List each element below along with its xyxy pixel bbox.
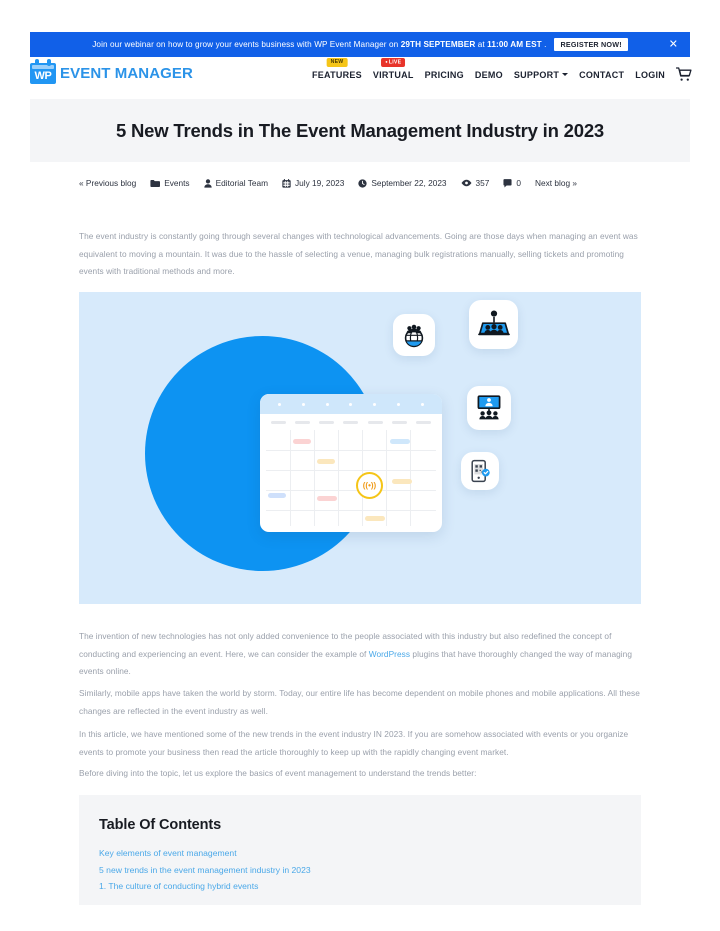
toc-link-2[interactable]: 5 new trends in the event management ind… [99,862,621,879]
meta-updated-date-label: September 22, 2023 [371,178,447,188]
toc-link-1[interactable]: Key elements of event management [99,845,621,862]
announcement-text-after: . [541,40,547,49]
nav-label-features: FEATURES [312,69,362,80]
logo-text: EVENT MANAGER [60,65,193,82]
table-of-contents: Table Of Contents Key elements of event … [79,795,641,905]
live-badge: LIVE [381,57,406,68]
nav-item-features[interactable]: NEW FEATURES [312,57,362,80]
paragraph-two: The invention of new technologies has no… [79,628,641,681]
nav-item-login[interactable]: LOGIN [635,70,665,80]
wordpress-link[interactable]: WordPress [369,649,410,659]
page-root: Join our webinar on how to grow your eve… [0,0,720,931]
mobile-ticket-icon [471,459,490,483]
paragraph-three: Similarly, mobile apps have taken the wo… [79,688,640,716]
meta-category-label: Events [164,178,190,188]
meta-author-label: Editorial Team [215,178,268,188]
calendar-icon [282,178,291,188]
nav-label-pricing: PRICING [424,69,464,80]
comment-icon [503,178,512,188]
meta-comments-count: 0 [516,178,522,188]
main-navigation: NEW FEATURES LIVE VIRTUAL PRICING DEMO S… [312,57,692,82]
previous-blog-label: « Previous blog [79,178,137,188]
wp-event-manager-logo-icon: WP [30,59,56,84]
globe-people-icon [404,324,424,348]
announcement-text: Join our webinar on how to grow your eve… [92,40,546,49]
meta-updated-date: September 22, 2023 [358,178,447,188]
logo-mark-text: WP [34,70,52,82]
paragraph-five: Before diving into the topic, let us exp… [79,768,477,778]
nav-label-contact: CONTACT [579,69,625,80]
shopping-cart-icon[interactable] [676,67,692,82]
nav-item-support[interactable]: SUPPORT [513,69,569,80]
calendar-weekday-labels [260,414,442,428]
meta-views-count: 357 [475,178,490,188]
eye-icon [461,179,472,187]
calendar-grid: ((•)) [266,430,436,526]
calendar-header [260,394,442,414]
nav-label-support: SUPPORT [513,69,560,80]
close-icon[interactable]: ✕ [669,39,678,50]
next-blog-label: Next blog » [535,178,577,188]
nav-label-login: LOGIN [635,69,665,80]
new-badge: NEW [326,57,348,67]
page-title: 5 New Trends in The Event Management Ind… [115,119,604,141]
nav-item-demo[interactable]: DEMO [475,70,503,80]
announcement-text-before: Join our webinar on how to grow your eve… [92,40,401,49]
meta-category[interactable]: Events [150,178,190,188]
next-blog-link[interactable]: Next blog » [535,178,577,188]
stage-presentation-icon [477,310,510,335]
mobile-ticket-icon-card [461,452,499,490]
folder-icon [150,179,161,188]
register-now-button[interactable]: REGISTER NOW! [554,37,628,52]
site-header: WP EVENT MANAGER NEW FEATURES LIVE VIRTU… [0,57,720,97]
clock-icon [358,178,367,188]
video-conference-icon [477,395,501,420]
meta-author[interactable]: Editorial Team [203,178,268,188]
stage-presentation-icon-card [469,300,518,349]
calendar-illustration: ((•)) [260,394,442,532]
article-meta-bar: « Previous blog Events Editorial Team Ju… [79,178,641,188]
previous-blog-link[interactable]: « Previous blog [79,178,136,188]
chevron-down-icon [562,73,569,76]
user-icon [203,178,212,188]
toc-title: Table Of Contents [99,817,222,833]
announcement-text-mid: at [475,40,488,49]
video-conference-icon-card [467,386,511,430]
nav-item-pricing[interactable]: PRICING [425,70,464,80]
announcement-date: 29TH SEPTEMBER [400,40,476,49]
meta-published-date-label: July 19, 2023 [295,178,345,188]
article-title-band: 5 New Trends in The Event Management Ind… [30,99,690,162]
paragraph-intro: The event industry is constantly going t… [79,231,638,276]
announcement-time: 11:00 AM EST [487,40,542,49]
meta-comments: 0 [503,178,521,188]
nav-item-virtual[interactable]: LIVE VIRTUAL [372,57,414,80]
nav-item-contact[interactable]: CONTACT [579,70,624,80]
live-broadcast-icon: ((•)) [356,472,383,499]
globe-people-icon-card [393,314,435,356]
meta-views: 357 [461,178,490,188]
toc-link-3[interactable]: 1. The culture of conducting hybrid even… [99,878,621,895]
hero-image: ((•)) [79,292,641,604]
site-logo[interactable]: WP EVENT MANAGER [30,59,193,84]
nav-label-virtual: VIRTUAL [372,69,414,80]
nav-label-demo: DEMO [474,69,503,80]
announcement-bar: Join our webinar on how to grow your eve… [30,32,690,57]
paragraph-four: In this article, we have mentioned some … [79,729,629,757]
meta-published-date: July 19, 2023 [282,178,344,188]
